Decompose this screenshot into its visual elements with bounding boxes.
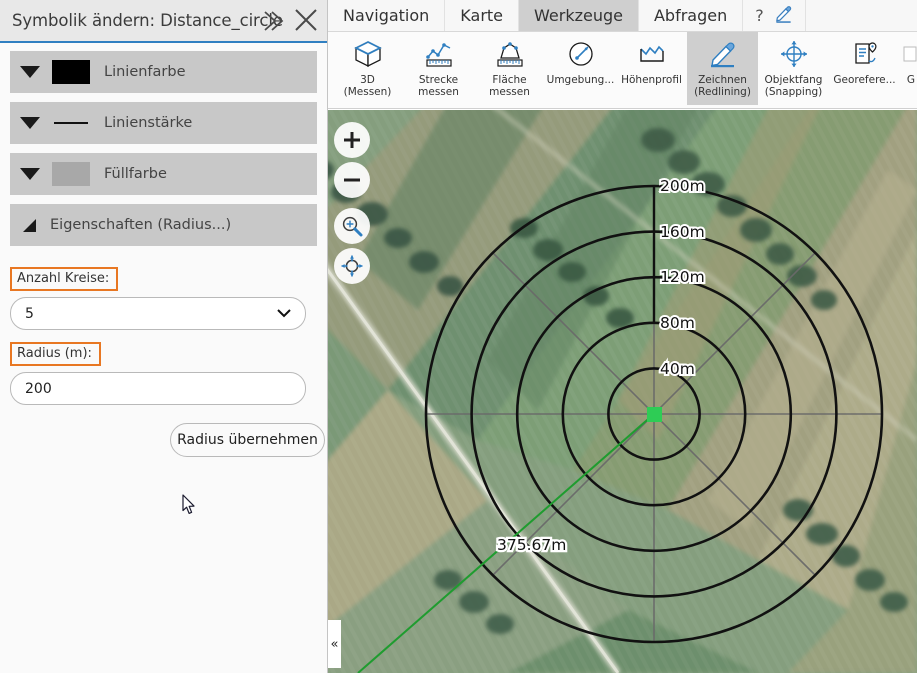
triangle-down-icon: [20, 117, 40, 129]
ribbon-button-zeichnen-redlining[interactable]: Zeichnen (Redlining): [687, 32, 758, 105]
area-measure-icon: [495, 37, 525, 71]
zoom-in-button[interactable]: [334, 122, 370, 158]
close-icon: [293, 7, 319, 36]
accordion-row-linienfarbe[interactable]: Linienfarbe: [10, 51, 317, 93]
ring-label-80: 80m: [660, 314, 695, 332]
georeference-icon: [850, 37, 880, 71]
tab-label: Karte: [460, 6, 504, 25]
ribbon-button-label: Umgebung...: [546, 74, 615, 86]
zoom-box-button[interactable]: [334, 208, 370, 244]
snapping-crosshair-icon: [779, 37, 809, 71]
ribbon-button-label: Georefere...: [833, 74, 896, 86]
radius-label: Radius (m):: [10, 342, 101, 366]
circle-count-label: Anzahl Kreise:: [10, 267, 119, 291]
radius-input-wrap[interactable]: 200: [10, 372, 306, 405]
page-title: Symbolik ändern: Distance_circle: [12, 11, 283, 30]
ribbon-tab-bar: Navigation Karte Werkzeuge Abfragen ?: [328, 0, 917, 32]
pencil-icon[interactable]: [774, 4, 793, 27]
ribbon-button-label: Fläche messen: [489, 74, 530, 98]
measure-label: 375.67m: [497, 536, 566, 554]
compass-icon: [566, 37, 596, 71]
chevron-down-icon: [277, 306, 291, 322]
plus-icon: [341, 129, 363, 151]
tab-bar-tools: ?: [743, 0, 806, 31]
radius-properties-form: Anzahl Kreise: 5 Radius (m): 200 Radius …: [0, 255, 327, 457]
ribbon-button-objektfang-snapping[interactable]: Objektfang (Snapping): [758, 32, 829, 105]
elevation-profile-icon: [637, 37, 667, 71]
ribbon-button-umgebung[interactable]: Umgebung...: [545, 32, 616, 105]
ribbon-button-label: Zeichnen (Redlining): [694, 74, 751, 98]
ribbon-button-label: Strecke messen: [418, 74, 459, 98]
ribbon-button-label: G: [906, 74, 916, 86]
ribbon-button-georeferenzierung[interactable]: Georefere...: [829, 32, 900, 105]
tab-werkzeuge[interactable]: Werkzeuge: [519, 0, 639, 31]
close-button[interactable]: [291, 7, 321, 37]
triangle-down-icon: [20, 66, 40, 78]
ring-label-160: 160m: [660, 223, 705, 241]
ring-label-200: 200m: [660, 177, 705, 195]
ribbon-button-label: Höhenprofil: [621, 74, 682, 86]
accordion-row-eigenschaften[interactable]: Eigenschaften (Radius...): [10, 204, 317, 246]
tab-label: Navigation: [343, 6, 430, 25]
line-width-swatch[interactable]: [52, 122, 90, 124]
cube-3d-icon: [353, 37, 383, 71]
accordion-label: Linienfarbe: [104, 64, 186, 80]
tab-abfragen[interactable]: Abfragen: [639, 0, 744, 31]
triangle-corner-icon: [23, 218, 36, 232]
map-canvas[interactable]: 200m 160m 120m 80m 40m 375.67m «: [328, 110, 917, 673]
tab-label: Abfragen: [653, 6, 728, 25]
circle-count-value: 5: [25, 305, 34, 322]
ribbon-button-flaeche-messen[interactable]: Fläche messen: [474, 32, 545, 105]
circle-count-select[interactable]: 5: [10, 297, 306, 330]
symbology-accordion: Linienfarbe Linienstärke Füllfarbe Eigen…: [0, 43, 327, 246]
ribbon-toolbar: 3D (Messen) Strecke messen Fläche messen…: [328, 32, 917, 109]
map-workspace: Navigation Karte Werkzeuge Abfragen ? 3D…: [328, 0, 917, 673]
ribbon-button-cut-off[interactable]: G: [900, 32, 917, 105]
accordion-row-fuellfarbe[interactable]: Füllfarbe: [10, 153, 317, 195]
triangle-down-icon: [20, 168, 40, 180]
accordion-label: Eigenschaften (Radius...): [50, 217, 232, 233]
zoom-out-button[interactable]: [334, 162, 370, 198]
pencil-draw-icon: [708, 37, 738, 71]
chevron-double-right-icon[interactable]: [259, 8, 285, 34]
panel-collapse-handle[interactable]: «: [328, 620, 341, 668]
locate-button[interactable]: [334, 248, 370, 284]
tab-navigation[interactable]: Navigation: [328, 0, 446, 31]
ribbon-button-label: Objektfang (Snapping): [764, 74, 823, 98]
distance-measure-icon: [424, 37, 454, 71]
cut-off-icon: [903, 37, 917, 71]
accordion-label: Füllfarbe: [104, 166, 167, 182]
crosshair-icon: [340, 254, 364, 278]
ribbon-button-3d-messen[interactable]: 3D (Messen): [332, 32, 403, 105]
tab-label: Werkzeuge: [534, 6, 623, 25]
tab-karte[interactable]: Karte: [445, 0, 520, 31]
ring-label-40: 40m: [660, 360, 695, 378]
ring-label-120: 120m: [660, 268, 705, 286]
accordion-label: Linienstärke: [104, 115, 193, 131]
ribbon-button-label: 3D (Messen): [343, 74, 392, 98]
header-actions: [291, 0, 321, 43]
accordion-row-linienstaerke[interactable]: Linienstärke: [10, 102, 317, 144]
ribbon-button-strecke-messen[interactable]: Strecke messen: [403, 32, 474, 105]
line-color-swatch[interactable]: [52, 60, 90, 84]
apply-radius-button[interactable]: Radius übernehmen: [170, 423, 325, 457]
symbology-panel: Symbolik ändern: Distance_circle Linienf…: [0, 0, 328, 673]
magnifier-icon: [340, 214, 364, 238]
help-icon[interactable]: ?: [755, 6, 764, 25]
fill-color-swatch[interactable]: [52, 162, 90, 186]
minus-icon: [341, 169, 363, 191]
radius-input-value: 200: [25, 380, 52, 397]
ribbon-button-hoehenprofil[interactable]: Höhenprofil: [616, 32, 687, 105]
application-window: Navigation Karte Werkzeuge Abfragen ? 3D…: [0, 0, 917, 673]
panel-header: Symbolik ändern: Distance_circle: [0, 0, 327, 43]
